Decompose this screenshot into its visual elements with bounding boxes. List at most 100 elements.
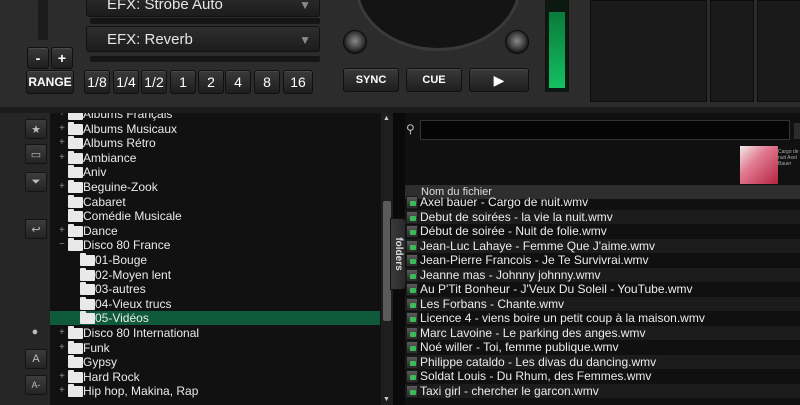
range-button[interactable]: RANGE: [26, 70, 74, 94]
file-row[interactable]: Jean-Pierre Francois - Je Te Survivrai.w…: [405, 253, 800, 267]
file-row[interactable]: Début de soirée - Nuit de folie.wmv: [405, 224, 800, 238]
expand-icon[interactable]: +: [59, 151, 67, 165]
search-input[interactable]: [420, 120, 790, 140]
expand-icon[interactable]: +: [59, 136, 67, 150]
tree-item-label: Ambiance: [83, 150, 137, 165]
file-row[interactable]: Noé willer - Toi, femme publique.wmv: [405, 340, 800, 354]
scroll-down-icon[interactable]: ▼: [383, 396, 390, 403]
pitch-slider-track[interactable]: [38, 0, 48, 40]
tree-item[interactable]: 03-autres: [50, 282, 380, 296]
file-row[interactable]: Taxi girl - chercher le garcon.wmv: [405, 383, 800, 398]
file-row[interactable]: Axel bauer - Cargo de nuit.wmv: [405, 195, 800, 209]
efx-top-slider[interactable]: [90, 18, 320, 24]
right-knob[interactable]: [505, 30, 529, 54]
file-row[interactable]: Jean-Luc Lahaye - Femme Que J'aime.wmv: [405, 238, 800, 253]
expand-icon[interactable]: +: [59, 224, 67, 238]
cue-button[interactable]: CUE: [406, 68, 462, 92]
expand-icon[interactable]: +: [59, 122, 67, 136]
tree-item[interactable]: + Dance: [50, 223, 380, 238]
window-icon[interactable]: ▭: [25, 144, 47, 164]
play-button[interactable]: ▶: [469, 68, 529, 92]
search-scroll-handle[interactable]: [793, 122, 800, 140]
filter-icon[interactable]: ⏷: [25, 172, 47, 192]
video-file-icon: [406, 268, 418, 282]
expand-icon[interactable]: +: [59, 370, 67, 384]
tree-item[interactable]: Cabaret: [50, 194, 380, 209]
folder-icon: [68, 165, 83, 179]
tree-item-label: Dance: [83, 223, 118, 238]
tree-item-label: Hip hop, Makina, Rap: [83, 384, 199, 399]
file-row[interactable]: Au P'Tit Bonheur - J'Veux Du Soleil - Yo…: [405, 282, 800, 296]
expand-icon[interactable]: +: [59, 180, 67, 194]
range-plus-button[interactable]: +: [51, 47, 73, 69]
tree-item[interactable]: + Albums Rétro: [50, 136, 380, 150]
file-row[interactable]: Jeanne mas - Johnny johnny.wmv: [405, 267, 800, 282]
tree-item[interactable]: Comédie Musicale: [50, 209, 380, 223]
loop-button-7[interactable]: 8: [254, 70, 280, 94]
expand-icon[interactable]: +: [59, 326, 67, 340]
tree-item[interactable]: + Albums Français: [50, 113, 380, 121]
video-panel-middle: [710, 0, 754, 102]
jog-wheel[interactable]: [355, 0, 521, 51]
tree-item[interactable]: + Ambiance: [50, 150, 380, 165]
expand-icon[interactable]: +: [59, 384, 67, 398]
loop-button-3[interactable]: 1/2: [141, 70, 167, 94]
loop-button-8[interactable]: 16: [283, 70, 313, 94]
file-name: Axel bauer - Cargo de nuit.wmv: [420, 195, 589, 209]
font-icon[interactable]: A: [25, 349, 47, 369]
tree-item[interactable]: + Hard Rock: [50, 369, 380, 384]
tree-item[interactable]: 02-Moyen lent: [50, 267, 380, 282]
tree-item[interactable]: − Disco 80 France: [50, 238, 380, 252]
video-file-icon: [406, 254, 418, 267]
tree-item[interactable]: + Disco 80 International: [50, 326, 380, 340]
tree-item[interactable]: Aniv: [50, 165, 380, 179]
tree-item-label: Hard Rock: [83, 369, 140, 384]
file-name: Jeanne mas - Johnny johnny.wmv: [420, 267, 601, 282]
loop-button-1[interactable]: 1/8: [84, 70, 110, 94]
folder-icon: [68, 180, 83, 193]
left-knob[interactable]: [343, 30, 367, 54]
expand-icon[interactable]: +: [59, 341, 67, 355]
folders-tab-label: folders: [393, 237, 404, 271]
tree-item[interactable]: 05-Vidéos: [50, 311, 380, 326]
loop-button-5[interactable]: 2: [198, 70, 224, 94]
loop-button-2[interactable]: 1/4: [113, 70, 139, 94]
tree-item[interactable]: 01-Bouge: [50, 253, 380, 267]
loop-button-4[interactable]: 1: [170, 70, 196, 94]
sync-button[interactable]: SYNC: [343, 68, 399, 92]
undo-icon[interactable]: ↩: [25, 219, 47, 239]
chevron-down-icon: ▼: [299, 33, 311, 47]
folders-tab[interactable]: folders: [390, 218, 406, 290]
tree-item[interactable]: Gypsy: [50, 355, 380, 369]
file-row[interactable]: Marc Lavoine - Le parking des anges.wmv: [405, 325, 800, 340]
tree-item[interactable]: 04-Vieux trucs: [50, 296, 380, 311]
folder-icon: [68, 238, 83, 252]
font-small-icon[interactable]: A-: [25, 375, 47, 395]
album-cover[interactable]: [740, 146, 778, 184]
loop-button-6[interactable]: 4: [225, 70, 251, 94]
file-name: Soldat Louis - Du Rhum, des Femmes.wmv: [420, 369, 652, 383]
folder-icon: [68, 150, 83, 164]
dot-icon[interactable]: ●: [25, 323, 45, 341]
efx-bottom-slider[interactable]: [90, 56, 320, 62]
vu-meter-fill: [549, 12, 565, 88]
tree-item[interactable]: + Beguine-Zook: [50, 180, 380, 194]
expand-icon[interactable]: +: [59, 113, 67, 121]
star-icon[interactable]: ★: [25, 119, 47, 139]
efx-bottom-selector[interactable]: EFX: Reverb ▼: [86, 26, 320, 52]
tree-item[interactable]: + Funk: [50, 340, 380, 355]
scroll-up-icon[interactable]: ▲: [383, 115, 390, 122]
collapse-icon[interactable]: −: [59, 238, 67, 252]
file-row[interactable]: Les Forbans - Chante.wmv: [405, 296, 800, 311]
deck-controls: EFX: Strobe Auto ▼ EFX: Reverb ▼ - + RAN…: [18, 0, 328, 107]
efx-top-selector[interactable]: EFX: Strobe Auto ▼: [86, 0, 320, 17]
file-row[interactable]: Licence 4 - viens boire un petit coup à …: [405, 311, 800, 325]
file-row[interactable]: Debut de soirées - la vie la nuit.wmv: [405, 209, 800, 224]
tree-item[interactable]: + Hip hop, Makina, Rap: [50, 384, 380, 398]
tree-item-label: Gypsy: [83, 355, 118, 370]
file-row[interactable]: Philippe cataldo - Les divas du dancing.…: [405, 354, 800, 369]
tree-item[interactable]: + Albums Musicaux: [50, 121, 380, 136]
file-row[interactable]: Soldat Louis - Du Rhum, des Femmes.wmv: [405, 369, 800, 383]
folder-icon: [80, 253, 95, 266]
range-minus-button[interactable]: -: [27, 47, 49, 69]
